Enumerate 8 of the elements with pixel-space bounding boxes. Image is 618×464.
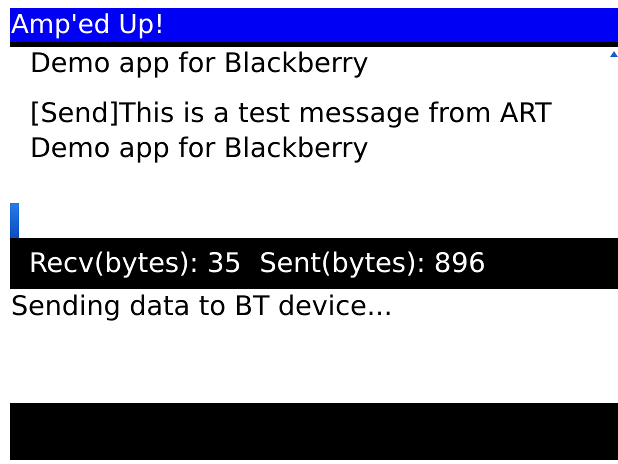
message-text: Demo app for Blackberry xyxy=(30,48,368,79)
window-title: Amp'ed Up! xyxy=(11,10,164,40)
status-text: Sending data to BT device... xyxy=(10,290,394,323)
scroll-up-icon xyxy=(610,51,618,57)
text-cursor xyxy=(10,203,19,238)
sent-count: Sent(bytes): 896 xyxy=(259,248,486,279)
message-text: [Send]This is a test message from ART Demo app for Blackberry xyxy=(30,97,553,166)
recv-count: Recv(bytes): 35 xyxy=(29,248,242,279)
